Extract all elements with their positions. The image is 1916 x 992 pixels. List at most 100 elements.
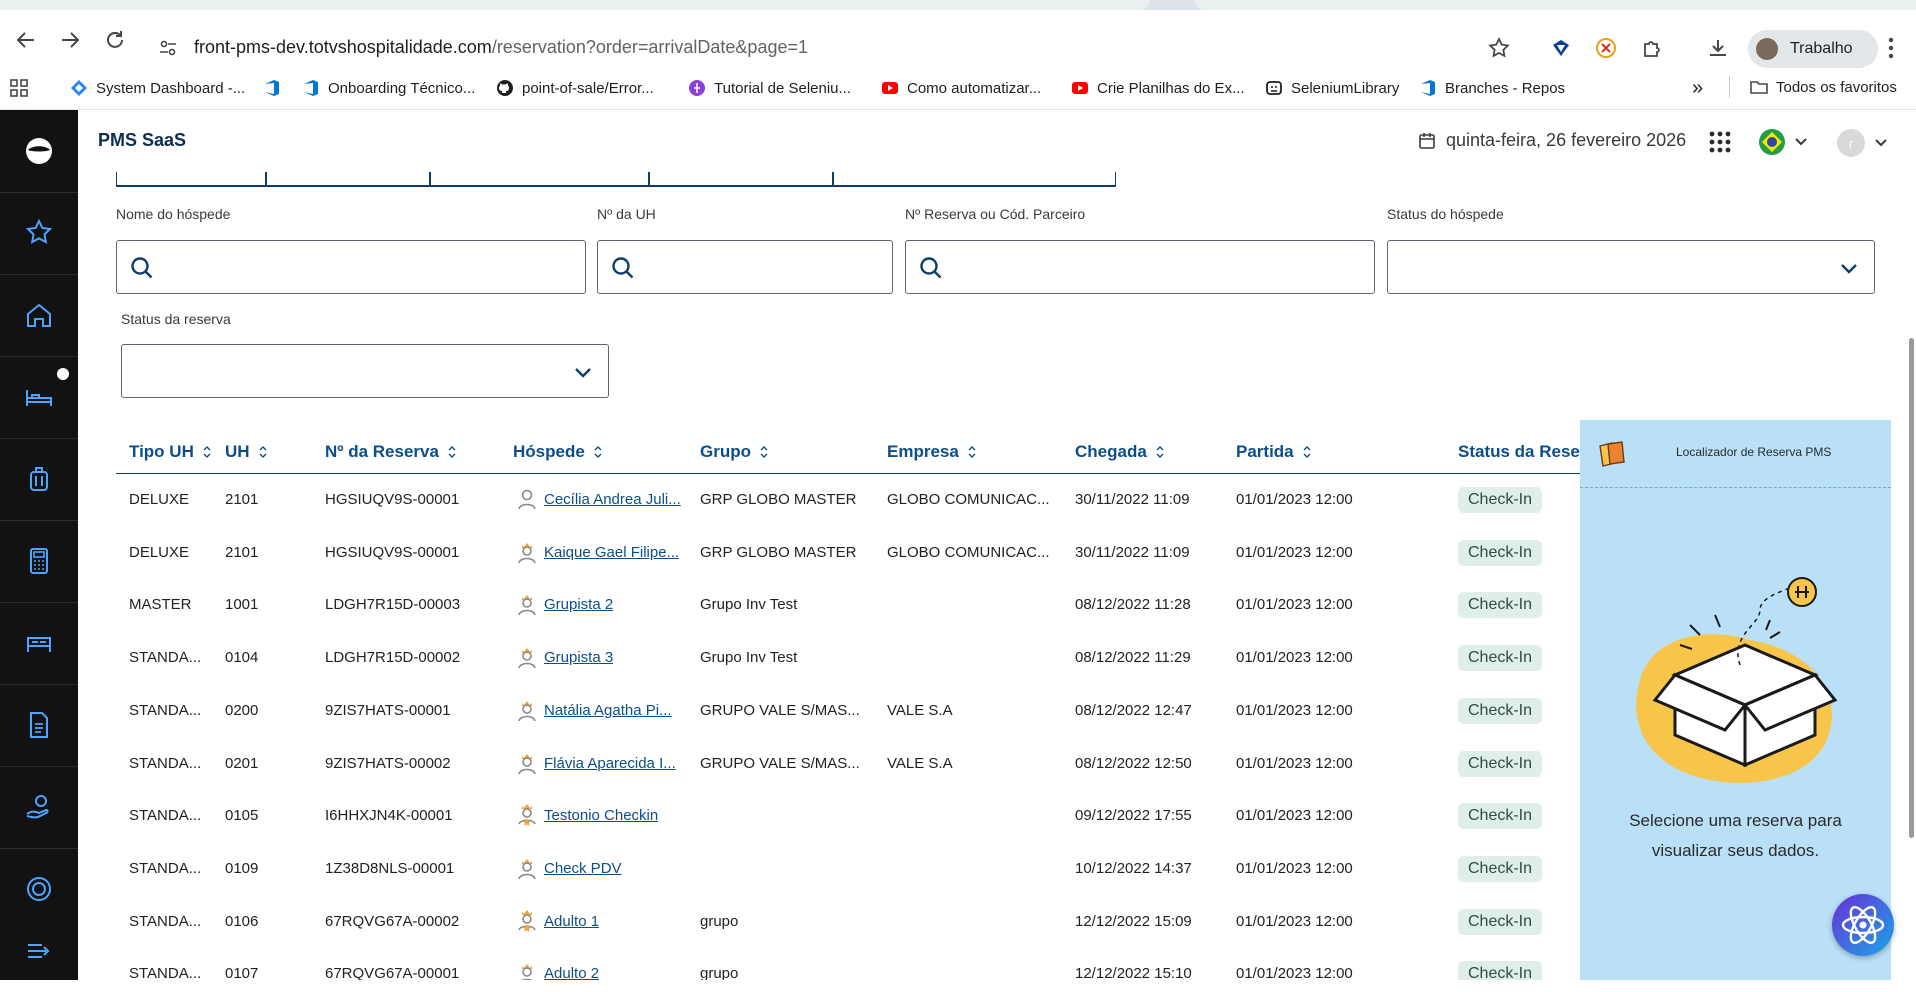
table-row[interactable]: STANDA... 0106 67RQVG67A-00002 Adulto 1 grup…: [116, 896, 1658, 948]
cell-hospede[interactable]: Testonio Checkin: [544, 807, 658, 824]
table-row[interactable]: DELUXE 2101 HGSIUQV9S-00001 Kaique Gael Fil…: [116, 527, 1658, 579]
language-selector[interactable]: [1758, 128, 1812, 156]
col-partida[interactable]: Partida: [1236, 442, 1312, 462]
chevron-down-icon: [575, 368, 591, 378]
extension-diamond-icon[interactable]: [1549, 36, 1573, 60]
favorites-star-icon[interactable]: [0, 192, 78, 274]
user-menu[interactable]: r: [1836, 128, 1896, 158]
forward-icon[interactable]: [58, 28, 82, 52]
cell-grupo: GRUPO VALE S/MAS...: [700, 754, 860, 772]
bookmark-tutorial-selenium[interactable]: Tutorial de Seleniu...: [688, 76, 851, 100]
guest-status-select[interactable]: [1387, 240, 1875, 294]
guest-icon: [516, 592, 538, 616]
col-reserva[interactable]: Nº da Reserva: [325, 442, 457, 462]
app-logo-icon[interactable]: [0, 110, 78, 192]
apps-launcher-icon[interactable]: [1708, 130, 1732, 154]
extension-gauge-icon[interactable]: [1594, 36, 1618, 60]
cell-hospede[interactable]: Adulto 1: [544, 913, 599, 930]
table-row[interactable]: STANDA... 0109 1Z38D8NLS-00001 Check PDV 10/…: [116, 843, 1658, 895]
guest-icon: [516, 909, 538, 933]
bookmark-crie-planilhas[interactable]: Crie Planilhas do Ex...: [1071, 76, 1245, 100]
table-row[interactable]: DELUXE 2101 HGSIUQV9S-00001 Cecília Andrea …: [116, 474, 1658, 526]
status-badge: Check-In: [1458, 539, 1543, 566]
reservations-bed-icon[interactable]: [0, 356, 78, 438]
table-row[interactable]: STANDA... 0107 67RQVG67A-00001 Adulto 2 grup…: [116, 948, 1658, 980]
col-chegada[interactable]: Chegada: [1075, 442, 1165, 462]
azure-devops-icon: [1421, 80, 1435, 96]
cell-hospede[interactable]: Grupista 2: [544, 596, 613, 613]
cell-hospede[interactable]: Flávia Aparecida I...: [544, 755, 676, 772]
assistant-fab-button[interactable]: [1832, 894, 1894, 956]
bookmark-azure[interactable]: [263, 76, 289, 100]
unit-number-input[interactable]: [597, 240, 893, 294]
bookmark-como-automatizar[interactable]: Como automatizar...: [881, 76, 1041, 100]
bookmark-branches-repos[interactable]: Branches - Repos: [1419, 76, 1565, 100]
cell-hospede[interactable]: Cecília Andrea Juli...: [544, 491, 681, 508]
table-row[interactable]: STANDA... 0201 9ZIS7HATS-00002 Flávia Apare…: [116, 738, 1658, 790]
cell-partida: 01/01/2023 12:00: [1236, 543, 1353, 561]
browser-menu-icon[interactable]: [1884, 34, 1898, 62]
table-row[interactable]: STANDA... 0105 I6HHXJN4K-00001 Testonio Che…: [116, 790, 1658, 842]
home-icon[interactable]: [0, 274, 78, 356]
guest-icon: [516, 856, 538, 880]
guest-status-label: Status do hóspede: [1387, 206, 1504, 222]
bookmarks-overflow-button[interactable]: »: [1692, 76, 1703, 100]
bookmark-point-of-sale[interactable]: point-of-sale/Error...: [496, 76, 654, 100]
cell-hospede[interactable]: Grupista 3: [544, 649, 613, 666]
table-row[interactable]: MASTER 1001 LDGH7R15D-00003 Grupista 2 Grupo…: [116, 579, 1658, 631]
cell-hospede[interactable]: Kaique Gael Filipe...: [544, 544, 679, 561]
bookmark-label: Como automatizar...: [907, 79, 1042, 97]
document-icon[interactable]: [0, 684, 78, 766]
cell-hospede[interactable]: Check PDV: [544, 860, 622, 877]
cell-reserva: 67RQVG67A-00002: [325, 912, 460, 930]
cell-uh: 2101: [225, 543, 259, 561]
cell-chegada: 09/12/2022 17:55: [1075, 807, 1192, 825]
table-row[interactable]: STANDA... 0200 9ZIS7HATS-00001 Natália Agat…: [116, 685, 1658, 737]
profile-chip[interactable]: Trabalho: [1748, 30, 1878, 68]
col-empresa[interactable]: Empresa: [887, 442, 977, 462]
guest-icon: [516, 487, 538, 511]
site-info-icon[interactable]: [158, 38, 178, 58]
cell-reserva: 9ZIS7HATS-00001: [325, 701, 451, 719]
bookmark-label: Tutorial de Seleniu...: [714, 79, 852, 97]
guest-name-input[interactable]: [116, 240, 586, 294]
cell-tipo-uh: DELUXE: [129, 491, 190, 508]
address-bar[interactable]: front-pms-dev.totvshospitalidade.com/res…: [194, 37, 808, 58]
reservation-status-select[interactable]: [121, 344, 609, 398]
profile-avatar: [1756, 38, 1778, 60]
download-icon[interactable]: [1706, 36, 1730, 60]
col-label: Partida: [1236, 442, 1294, 461]
github-icon: [497, 80, 513, 96]
luggage-icon[interactable]: [0, 438, 78, 520]
cell-hospede[interactable]: Natália Agatha Pi...: [544, 702, 672, 719]
finance-hand-icon[interactable]: [0, 766, 78, 848]
cell-tipo-uh: STANDA...: [129, 649, 202, 667]
extensions-puzzle-icon[interactable]: [1640, 36, 1664, 60]
reload-icon[interactable]: [103, 28, 127, 52]
all-bookmarks[interactable]: Todos os favoritos: [1729, 76, 1897, 98]
current-date: quinta-feira, 26 fevereiro 2026: [1418, 130, 1686, 151]
search-icon: [612, 257, 634, 279]
col-status[interactable]: Status da Rese: [1458, 442, 1580, 462]
youtube-icon: [1072, 82, 1088, 94]
bookmark-system-dashboard[interactable]: System Dashboard -...: [70, 76, 245, 100]
cell-uh: 0109: [225, 859, 259, 877]
reservation-number-input[interactable]: [905, 240, 1375, 294]
star-icon[interactable]: [1487, 36, 1511, 60]
bookmark-seleniumlibrary[interactable]: SeleniumLibrary: [1265, 76, 1399, 100]
notification-dot: [57, 368, 69, 380]
page-scrollbar-thumb[interactable]: [1909, 338, 1914, 838]
col-tipo-uh[interactable]: Tipo UH: [129, 442, 212, 462]
calculator-icon[interactable]: [0, 520, 78, 602]
col-grupo[interactable]: Grupo: [700, 442, 769, 462]
table-row[interactable]: STANDA... 0104 LDGH7R15D-00002 Grupista 3 Gr…: [116, 632, 1658, 684]
housekeeping-bed-icon[interactable]: [0, 602, 78, 684]
jira-diamond-icon: [71, 80, 87, 96]
apps-grid-icon[interactable]: [10, 76, 36, 100]
col-uh[interactable]: UH: [225, 442, 268, 462]
col-hospede[interactable]: Hóspede: [513, 442, 603, 462]
bookmark-onboarding[interactable]: Onboarding Técnico...: [302, 76, 475, 100]
cell-hospede[interactable]: Adulto 2: [544, 965, 599, 980]
bookmark-label: System Dashboard -...: [96, 79, 246, 97]
back-icon[interactable]: [14, 28, 38, 52]
